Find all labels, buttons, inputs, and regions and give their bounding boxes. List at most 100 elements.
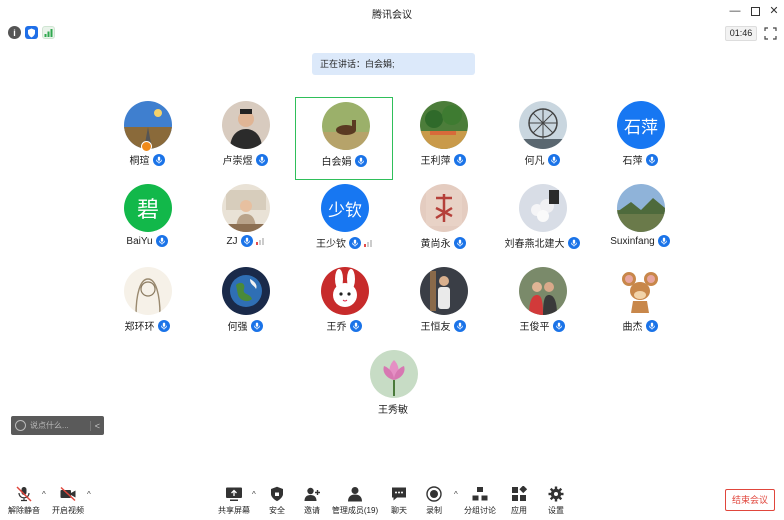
microphone-icon	[453, 319, 466, 332]
microphone-icon	[152, 153, 165, 166]
participant-name-row: 王少钦	[295, 235, 393, 250]
avatar	[222, 267, 270, 315]
apps-icon	[512, 486, 528, 501]
participant-tile[interactable]: 白会娟	[295, 97, 393, 180]
host-badge-icon	[141, 141, 152, 152]
record-label: 录制	[426, 506, 442, 515]
participant-tile[interactable]: 黄尚永	[394, 180, 492, 263]
maximize-icon[interactable]	[748, 4, 762, 18]
avatar	[420, 184, 468, 232]
participant-name: 王秀敏	[378, 405, 408, 416]
microphone-icon	[155, 235, 168, 247]
participant-tile[interactable]: Suxinfang	[591, 180, 689, 263]
participant-tile[interactable]: 王乔	[295, 263, 393, 346]
meeting-timer: 01:46	[725, 26, 757, 41]
avatar	[124, 267, 172, 315]
participant-name: 王乔	[326, 322, 347, 333]
manage-members-button[interactable]: 管理成员(19)	[332, 486, 378, 516]
shield-icon[interactable]	[25, 26, 38, 39]
shield-icon	[271, 486, 283, 502]
participant-tile[interactable]: 卢崇煜	[196, 97, 294, 180]
avatar	[222, 101, 270, 149]
participant-tile[interactable]: 王秀敏	[344, 346, 442, 429]
microphone-icon	[552, 319, 565, 332]
participant-name-row: 王俊平	[493, 318, 591, 333]
avatar	[420, 101, 468, 149]
avatar: 石萍	[617, 101, 665, 149]
security-label: 安全	[269, 506, 285, 515]
participant-tile[interactable]: 郑环环	[98, 263, 196, 346]
participant-name-row: 王秀敏	[344, 401, 442, 416]
participant-name-row: 刘春燕北建大	[493, 235, 591, 250]
microphone-icon	[567, 236, 580, 249]
collapse-chat-icon[interactable]: <	[89, 420, 100, 431]
participant-tile[interactable]: 何强	[196, 263, 294, 346]
participant-tile[interactable]: 何凡	[493, 97, 591, 180]
participant-name-row: 黄尚永	[394, 235, 492, 250]
participant-name-row: BaiYu	[98, 235, 196, 247]
avatar: 碧	[124, 184, 172, 232]
start-video-label: 开启视频	[52, 506, 84, 515]
invite-button[interactable]: 邀请	[290, 486, 334, 516]
participant-tile[interactable]: ZJ	[196, 180, 294, 263]
participant-name-row: 桐瑄	[98, 152, 196, 167]
participant-name: 郑环环	[124, 322, 155, 333]
chat-label: 聊天	[391, 506, 407, 515]
microphone-icon	[453, 153, 466, 166]
participant-name: 王恒友	[420, 322, 451, 333]
start-video-button[interactable]: 开启视频	[46, 486, 90, 516]
chat-placeholder[interactable]: 说点什么...	[30, 420, 86, 431]
breakout-rooms-button[interactable]: 分组讨论	[458, 486, 502, 516]
microphone-icon	[645, 319, 658, 332]
unmute-label: 解除静音	[8, 506, 40, 515]
participant-name: 刘春燕北建大	[504, 239, 565, 250]
close-icon[interactable]: ✕	[767, 4, 781, 18]
participant-tile[interactable]: 石萍 石萍	[591, 97, 689, 180]
fullscreen-icon[interactable]	[764, 27, 777, 40]
participant-name: 王俊平	[519, 322, 550, 333]
info-icon[interactable]: i	[8, 26, 21, 39]
participant-name: 何强	[227, 322, 248, 333]
participant-tile[interactable]: 曲杰	[591, 263, 689, 346]
emoji-icon[interactable]	[15, 420, 26, 431]
end-meeting-button[interactable]: 结束会议	[725, 489, 775, 511]
record-button[interactable]: 录制	[412, 486, 456, 516]
participant-tile[interactable]: 桐瑄	[98, 97, 196, 180]
unmute-button[interactable]: 解除静音	[2, 486, 46, 516]
video-options-chevron-icon[interactable]: ^	[87, 490, 91, 499]
microphone-icon	[349, 236, 361, 249]
microphone-icon	[547, 153, 560, 166]
participant-name: 白会娟	[321, 157, 352, 168]
avatar	[222, 184, 270, 232]
settings-button[interactable]: 设置	[534, 486, 578, 516]
participant-name: ZJ	[226, 235, 238, 247]
chat-input-box[interactable]: 说点什么... <	[11, 416, 104, 435]
participant-name-row: 白会娟	[296, 153, 392, 168]
microphone-icon	[240, 235, 253, 247]
share-screen-button[interactable]: 共享屏幕	[212, 486, 256, 516]
mic-muted-icon	[16, 486, 32, 502]
participant-tile[interactable]: 王恒友	[394, 263, 492, 346]
avatar	[617, 184, 665, 232]
participant-tile[interactable]: 少钦 王少钦	[295, 180, 393, 263]
participant-name: 石萍	[622, 156, 643, 167]
participant-name: 桐瑄	[129, 156, 150, 167]
microphone-icon	[255, 153, 268, 166]
microphone-icon	[657, 235, 670, 247]
avatar	[370, 350, 418, 398]
avatar	[519, 184, 567, 232]
speaking-indicator: 正在讲话：白会娟;	[312, 53, 475, 75]
breakout-icon	[472, 487, 488, 501]
microphone-icon	[645, 153, 658, 166]
participant-tile[interactable]: 刘春燕北建大	[493, 180, 591, 263]
participant-tile[interactable]: 王俊平	[493, 263, 591, 346]
signal-icon[interactable]	[42, 26, 55, 39]
participant-name-row: 郑环环	[98, 318, 196, 333]
participant-name: 黄尚永	[420, 239, 451, 250]
participant-tile[interactable]: 碧 BaiYu	[98, 180, 196, 263]
participant-name: 王少钦	[316, 239, 346, 250]
participant-tile[interactable]: 王利萍	[394, 97, 492, 180]
minimize-icon[interactable]: —	[728, 4, 742, 18]
microphone-icon	[157, 319, 170, 332]
gear-icon	[548, 486, 564, 502]
